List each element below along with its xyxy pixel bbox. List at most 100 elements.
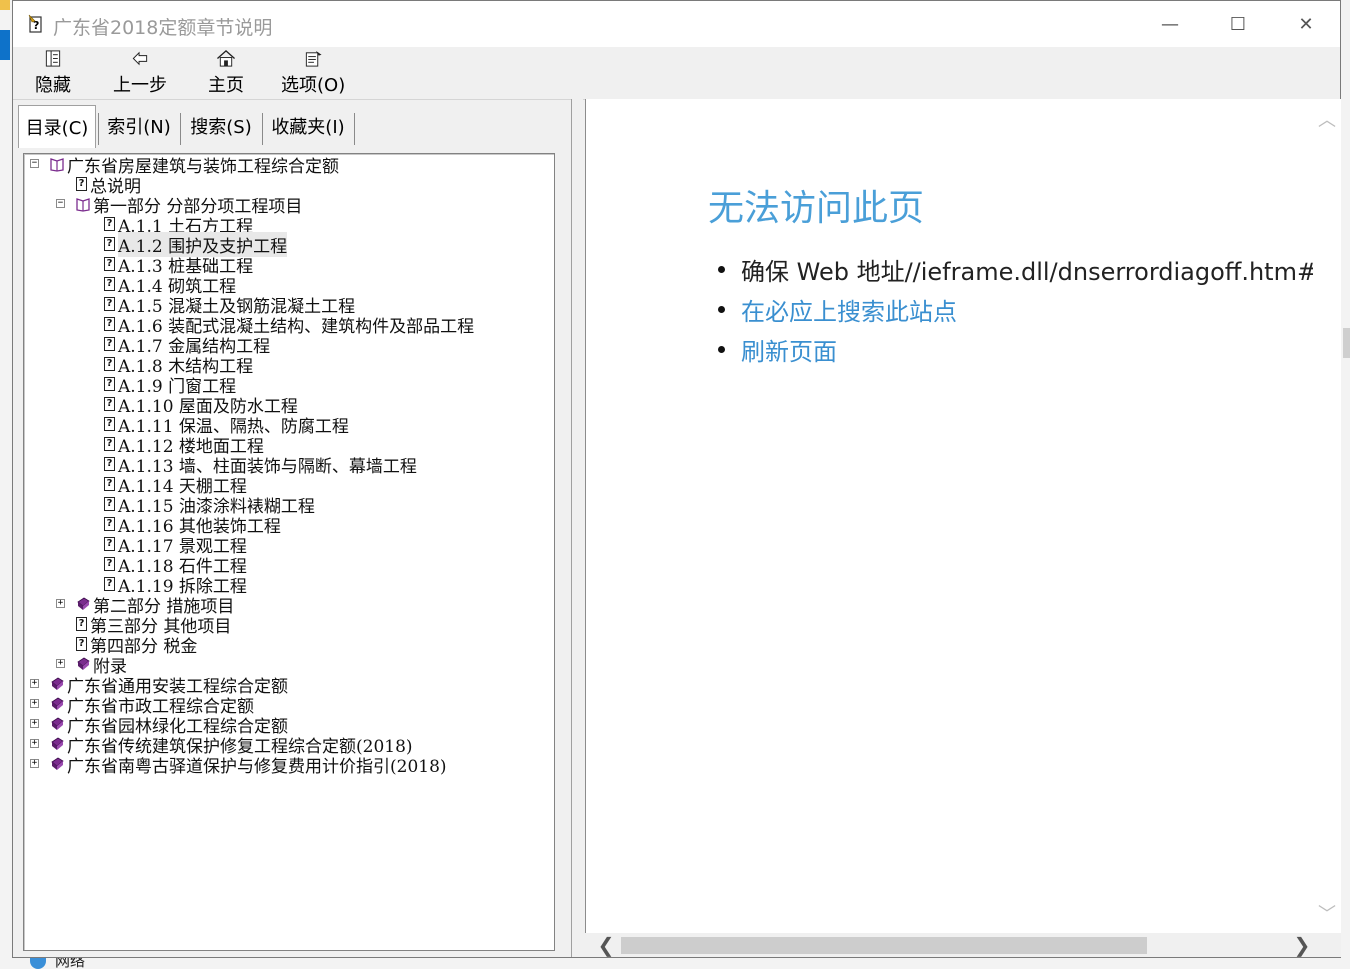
suggestion-text: 确保 Web 地址//ieframe.dll/dnserrordiagoff.h… (741, 257, 1327, 286)
minimize-button[interactable]: — (1136, 1, 1204, 47)
help-page-icon: ? (104, 417, 115, 431)
help-page-icon: ? (76, 637, 87, 651)
back-arrow-icon (132, 51, 148, 66)
horizontal-scrollbar[interactable]: ❮ ❯ (585, 933, 1341, 957)
title-bar[interactable]: ? 广东省2018定额章节说明 — ☐ ✕ (13, 1, 1340, 47)
help-page-icon: ? (104, 237, 115, 251)
tab-separator (98, 113, 99, 145)
scroll-right-icon[interactable]: ❯ (1291, 933, 1313, 957)
help-page-icon: ? (76, 177, 87, 191)
tab-separator (262, 113, 263, 145)
search-bing-link[interactable]: 在必应上搜索此站点 (741, 292, 957, 327)
expand-icon[interactable]: + (30, 739, 39, 748)
scrollbar-thumb[interactable] (621, 937, 1147, 954)
hide-label: 隐藏 (35, 75, 71, 96)
refresh-link[interactable]: 刷新页面 (741, 332, 837, 367)
toolbar: 隐藏 上一步 主页 选项(O) (13, 47, 1340, 100)
scroll-left-icon[interactable]: ❮ (595, 933, 617, 957)
help-page-icon: ? (104, 377, 115, 391)
hide-icon (45, 50, 61, 67)
help-page-icon: ? (104, 337, 115, 351)
bullet (718, 346, 725, 353)
help-page-icon: ? (104, 517, 115, 531)
maximize-button[interactable]: ☐ (1204, 1, 1272, 47)
collapse-icon[interactable]: − (56, 199, 65, 208)
scroll-up-icon[interactable]: ︿ (1313, 105, 1341, 133)
window-title: 广东省2018定额章节说明 (53, 17, 273, 39)
desktop-scrollbar (1343, 328, 1350, 358)
pane-splitter[interactable] (571, 99, 583, 957)
help-window: ? 广东省2018定额章节说明 — ☐ ✕ 隐藏 上一步 主页 选项(O) 目录… (12, 0, 1341, 958)
help-page-icon: ? (76, 617, 87, 631)
minimize-icon: — (1161, 13, 1179, 35)
tab-favorites[interactable]: 收藏夹(I) (266, 107, 350, 145)
help-page-icon: ? (104, 257, 115, 271)
help-page-icon: ? (104, 437, 115, 451)
hide-button[interactable]: 隐藏 (35, 49, 71, 97)
tab-index[interactable]: 索引(N) (102, 107, 176, 145)
book-icon (51, 677, 64, 690)
book-open-icon (76, 198, 90, 212)
options-label: 选项(O) (281, 75, 346, 96)
expand-icon[interactable]: + (30, 719, 39, 728)
back-button[interactable]: 上一步 (113, 49, 167, 97)
scroll-down-icon[interactable]: ﹀ (1313, 899, 1341, 927)
bullet (718, 266, 725, 273)
desktop-right-strip (1341, 0, 1350, 969)
tab-search[interactable]: 搜索(S) (184, 107, 258, 145)
content-pane: 无法访问此页 确保 Web 地址//ieframe.dll/dnserrordi… (585, 99, 1327, 933)
book-icon (77, 657, 90, 670)
back-label: 上一步 (113, 75, 167, 96)
help-page-icon: ? (104, 577, 115, 591)
navigation-pane: 目录(C) 索引(N) 搜索(S) 收藏夹(I) − 广东省房屋建筑与装饰工程综合… (13, 101, 571, 957)
tab-separator (180, 113, 181, 145)
tree-node[interactable]: + 广东省南粤古驿道保护与修复费用计价指引(2018) (30, 752, 447, 777)
options-icon (305, 50, 322, 67)
error-suggestions: 确保 Web 地址//ieframe.dll/dnserrordiagoff.h… (718, 249, 1327, 369)
network-icon (30, 958, 46, 969)
help-page-icon: ? (104, 537, 115, 551)
folder-icon (0, 0, 10, 10)
tree-node-label[interactable]: 广东省南粤古驿道保护与修复费用计价指引(2018) (67, 752, 447, 777)
desktop-left-strip (0, 0, 12, 969)
maximize-icon: ☐ (1229, 13, 1247, 35)
help-page-icon: ? (104, 497, 115, 511)
expand-icon[interactable]: + (30, 679, 39, 688)
suggestion-check-address: 确保 Web 地址//ieframe.dll/dnserrordiagoff.h… (718, 249, 1327, 289)
book-icon (77, 597, 90, 610)
tab-separator (354, 113, 355, 145)
help-page-icon: ? (104, 277, 115, 291)
options-button[interactable]: 选项(O) (281, 49, 345, 97)
vertical-scrollbar[interactable]: ︿ ﹀ (1313, 99, 1341, 933)
suggestion-search-bing[interactable]: 在必应上搜索此站点 (718, 289, 1327, 329)
network-label[interactable]: 网络 (55, 958, 85, 969)
help-page-icon: ? (104, 217, 115, 231)
close-button[interactable]: ✕ (1272, 1, 1340, 47)
help-page-icon: ? (104, 397, 115, 411)
book-icon (51, 717, 64, 730)
expand-icon[interactable]: + (56, 659, 65, 668)
expand-icon[interactable]: + (56, 599, 65, 608)
home-icon (217, 50, 235, 67)
help-page-icon: ? (104, 477, 115, 491)
desktop-accent (0, 30, 10, 60)
contents-tree[interactable]: − 广东省房屋建筑与装饰工程综合定额? 总说明 − 第一部分 分部分项工程项目? A.1.… (23, 153, 555, 951)
desktop-bottom-strip: 网络 (0, 958, 1350, 969)
expand-icon[interactable]: + (30, 759, 39, 768)
book-icon (51, 757, 64, 770)
book-open-icon (50, 158, 64, 172)
help-page-icon: ? (104, 297, 115, 311)
error-title: 无法访问此页 (708, 188, 925, 229)
book-icon (51, 697, 64, 710)
home-label: 主页 (208, 75, 244, 96)
close-icon: ✕ (1298, 13, 1314, 35)
collapse-icon[interactable]: − (30, 159, 39, 168)
suggestion-refresh[interactable]: 刷新页面 (718, 329, 1327, 369)
tab-contents[interactable]: 目录(C) (18, 105, 96, 148)
bullet (718, 306, 725, 313)
help-page-icon: ? (104, 457, 115, 471)
help-file-icon: ? (28, 14, 42, 33)
home-button[interactable]: 主页 (208, 49, 244, 97)
expand-icon[interactable]: + (30, 699, 39, 708)
help-page-icon: ? (104, 557, 115, 571)
